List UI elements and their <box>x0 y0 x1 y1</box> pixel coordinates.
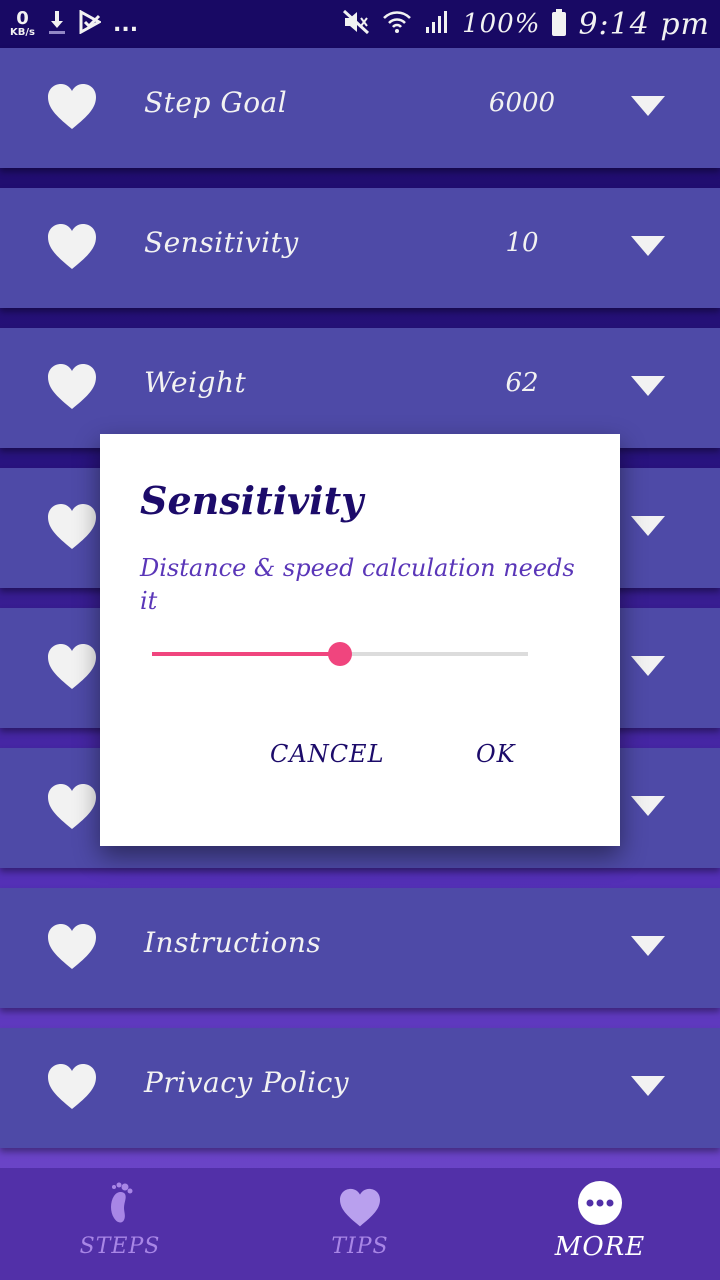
row-value: 6000 <box>488 88 556 118</box>
settings-row-step-goal[interactable]: Step Goal 6000 <box>0 48 720 168</box>
dropdown-caret-icon[interactable] <box>631 376 665 396</box>
sensitivity-slider[interactable] <box>152 642 528 666</box>
heart-icon <box>48 364 96 409</box>
dropdown-caret-icon[interactable] <box>631 936 665 956</box>
footprint-icon <box>111 1182 133 1223</box>
ok-button[interactable]: OK <box>476 740 516 768</box>
wifi-icon <box>382 10 412 38</box>
status-left: 0 KB/s ... <box>10 9 138 39</box>
nav-label: STEPS <box>79 1234 161 1259</box>
settings-row-weight[interactable]: Weight 62 <box>0 328 720 448</box>
battery-icon <box>552 9 567 36</box>
status-bar: 0 KB/s ... 100% 9:14 pm <box>0 0 720 48</box>
nav-tips[interactable]: TIPS <box>240 1168 480 1280</box>
battery-percent: 100% <box>462 9 541 39</box>
row-value: 10 <box>505 228 539 258</box>
clock: 9:14 pm <box>578 6 710 42</box>
row-label: Instructions <box>144 926 322 959</box>
heart-icon <box>340 1188 380 1227</box>
row-label: Step Goal <box>144 86 288 119</box>
nav-label: MORE <box>554 1232 646 1262</box>
heart-icon <box>48 224 96 269</box>
mute-icon <box>342 9 370 39</box>
bottom-nav: STEPS TIPS MORE <box>0 1168 720 1280</box>
row-value: 62 <box>505 368 539 398</box>
signal-icon <box>424 9 450 39</box>
settings-row-instructions[interactable]: Instructions <box>0 888 720 1008</box>
heart-icon <box>48 784 96 829</box>
check-notification-icon <box>79 9 103 38</box>
nav-steps[interactable]: STEPS <box>0 1168 240 1280</box>
dropdown-caret-icon[interactable] <box>631 1076 665 1096</box>
dropdown-caret-icon[interactable] <box>631 516 665 536</box>
network-speed-value: 0 <box>16 8 29 29</box>
settings-row-sensitivity[interactable]: Sensitivity 10 <box>0 188 720 308</box>
more-notifications: ... <box>112 11 139 37</box>
settings-row-privacy-policy[interactable]: Privacy Policy <box>0 1028 720 1148</box>
more-dots-icon <box>578 1181 622 1225</box>
network-speed-unit: KB/s <box>10 27 35 38</box>
network-speed: 0 KB/s <box>10 10 35 38</box>
cancel-button[interactable]: CANCEL <box>270 740 385 768</box>
heart-icon <box>48 644 96 689</box>
row-label: Sensitivity <box>144 226 299 259</box>
heart-icon <box>48 84 96 129</box>
nav-more[interactable]: MORE <box>480 1168 720 1280</box>
dropdown-caret-icon[interactable] <box>631 96 665 116</box>
slider-thumb[interactable] <box>328 642 352 666</box>
dropdown-caret-icon[interactable] <box>631 656 665 676</box>
status-right: 100% 9:14 pm <box>342 7 710 42</box>
slider-fill <box>152 652 340 656</box>
dropdown-caret-icon[interactable] <box>631 796 665 816</box>
heart-icon <box>48 1064 96 1109</box>
row-label: Privacy Policy <box>144 1066 350 1099</box>
dropdown-caret-icon[interactable] <box>631 236 665 256</box>
heart-icon <box>48 504 96 549</box>
heart-icon <box>48 924 96 969</box>
row-label: Weight <box>144 366 247 399</box>
nav-label: TIPS <box>331 1234 389 1259</box>
download-icon <box>47 9 67 39</box>
dialog-title: Sensitivity <box>140 478 364 523</box>
sensitivity-dialog: Sensitivity Distance & speed calculation… <box>100 434 620 846</box>
dialog-message: Distance & speed calculation needs it <box>140 554 575 615</box>
